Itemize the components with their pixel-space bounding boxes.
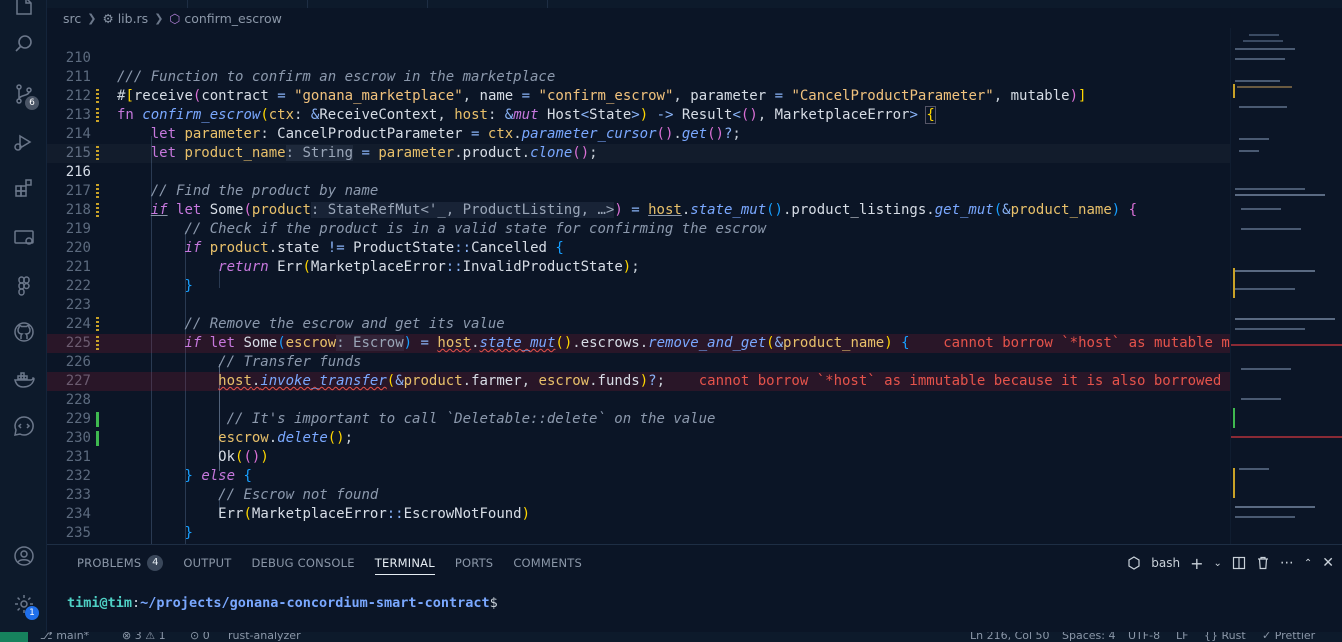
remote-explorer-icon[interactable] (0, 218, 47, 258)
inline-error-message: cannot borrow `*host` as immutable becau… (698, 373, 1222, 389)
tab-label: TERMINAL (374, 556, 435, 570)
code-line: 217 (47, 163, 1230, 199)
scm-badge: 6 (25, 96, 39, 110)
figma-icon[interactable] (0, 266, 47, 306)
prettier-status[interactable]: ✓ Prettier (1262, 632, 1315, 642)
status-bar: ⎇ main* ⊗ 3 ⚠ 1 ⊙ 0 rust-analyzer Ln 216… (0, 632, 1342, 642)
code-line: 235 Err(MarketplaceError::EscrowNotFound… (47, 505, 1230, 541)
tab-label: DEBUG CONSOLE (251, 556, 355, 570)
breadcrumb-file[interactable]: lib.rs (118, 11, 149, 26)
code-line: 233 } else { (47, 467, 1230, 503)
remote-indicator-icon[interactable] (0, 632, 28, 642)
maximize-panel-icon[interactable]: ⌃ (1304, 558, 1312, 569)
code-line: 224 (47, 296, 1230, 332)
git-branch[interactable]: ⎇ main* (40, 632, 89, 642)
settings-gear-icon[interactable]: 1 (0, 584, 47, 624)
prompt-path: ~/projects/gonana-concordium-smart-contr… (140, 595, 490, 611)
line-ending[interactable]: LF (1176, 632, 1188, 642)
code-line: 214 fn confirm_escrow(ctx: &ReceiveConte… (47, 106, 1230, 142)
code-line: 210 (47, 30, 1230, 66)
code-line: 225 // Remove the escrow and get its val… (47, 315, 1230, 351)
run-debug-icon[interactable] (0, 122, 47, 162)
activity-bar: 6 1 (0, 0, 47, 642)
encoding[interactable]: UTF-8 (1128, 632, 1160, 642)
problems-count-badge: 4 (147, 555, 164, 571)
new-terminal-plus-icon[interactable]: + (1190, 554, 1203, 573)
code-line: 211 (47, 49, 1230, 85)
code-line: 220 // Check if the product is in a vali… (47, 220, 1230, 256)
code-line: 231 escrow.delete(); (47, 429, 1230, 465)
code-editor[interactable]: 210 211 212 /// Function to confirm an e… (47, 28, 1230, 544)
tab-comments[interactable]: COMMENTS (503, 545, 592, 581)
breadcrumb: src ❯ ⚙ lib.rs ❯ ⬡ confirm_escrow (47, 8, 1342, 28)
code-line: 219 if let Some(product: StateRefMut<'_,… (47, 201, 1230, 237)
chevron-down-icon[interactable]: ⌄ (1213, 558, 1221, 569)
prompt-separator: : (132, 595, 141, 611)
code-line: 215 let parameter: CancelProductParamete… (47, 125, 1230, 161)
code-line: 213 #[receive(contract = "gonana_marketp… (47, 87, 1230, 123)
ports-status[interactable]: ⊙ 0 (190, 632, 210, 642)
accounts-icon[interactable] (0, 536, 47, 576)
tab-label: PORTS (454, 556, 494, 570)
trash-icon[interactable] (1256, 556, 1270, 570)
tab-ports[interactable]: PORTS (445, 545, 503, 581)
rust-file-icon: ⚙ (102, 10, 114, 26)
code-line: 236 } (47, 524, 1230, 543)
language-mode[interactable]: {} Rust (1204, 632, 1246, 642)
code-line: 218 // Find the product by name (47, 182, 1230, 218)
tab-debug-console[interactable]: DEBUG CONSOLE (241, 545, 364, 581)
indentation[interactable]: Spaces: 4 (1062, 632, 1115, 642)
inline-error-message: cannot borrow `*host` as mutable m (943, 335, 1230, 351)
cursor-position[interactable]: Ln 216, Col 50 (970, 632, 1050, 642)
chevron-right-icon: ❯ (87, 11, 97, 25)
more-actions-icon[interactable]: ⋯ (1280, 555, 1294, 571)
chat-code-icon[interactable] (0, 406, 47, 446)
prompt-user: timi@tim (67, 595, 133, 611)
breadcrumb-symbol[interactable]: confirm_escrow (184, 11, 281, 26)
tab-terminal[interactable]: TERMINAL (365, 545, 445, 581)
code-line: 221 if product.state != ProductState::Ca… (47, 239, 1230, 275)
code-line-error: 228 host.invoke_transfer(&product.farmer… (47, 372, 1230, 408)
terminal-profile-icon (1127, 556, 1141, 570)
code-line: 223 } (47, 277, 1230, 313)
tab-label: OUTPUT (183, 556, 232, 570)
problems-status[interactable]: ⊗ 3 ⚠ 1 (122, 632, 166, 642)
code-line: 234 // Escrow not found (47, 486, 1230, 522)
code-line: 230 // It's important to call `Deletable… (47, 410, 1230, 446)
docker-icon[interactable] (0, 360, 47, 400)
code-line: 232 Ok(()) (47, 448, 1230, 484)
editor-tab-strip (47, 0, 1342, 8)
chevron-right-icon: ❯ (154, 11, 164, 25)
code-line: 222 return Err(MarketplaceError::Invalid… (47, 258, 1230, 294)
breadcrumb-src[interactable]: src (63, 11, 81, 26)
code-line: 212 /// Function to confirm an escrow in… (47, 68, 1230, 104)
code-line: 227 // Transfer funds (47, 353, 1230, 389)
code-line: 229 (47, 391, 1230, 427)
panel-tabs: PROBLEMS 4 OUTPUT DEBUG CONSOLE TERMINAL… (67, 545, 592, 581)
prompt-dollar: $ (489, 595, 498, 611)
github-icon[interactable] (0, 312, 47, 352)
tab-output[interactable]: OUTPUT (173, 545, 241, 581)
bottom-panel: PROBLEMS 4 OUTPUT DEBUG CONSOLE TERMINAL… (47, 544, 1342, 632)
source-control-icon[interactable]: 6 (0, 74, 47, 114)
terminal-output[interactable]: timi@tim:~/projects/gonana-concordium-sm… (67, 595, 498, 611)
explorer-icon[interactable] (0, 0, 47, 26)
tab-label: COMMENTS (513, 556, 583, 570)
method-symbol-icon: ⬡ (169, 10, 181, 26)
split-terminal-icon[interactable] (1232, 556, 1246, 570)
close-panel-icon[interactable]: ✕ (1322, 555, 1334, 571)
code-line-error: 226 if let Some(escrow: Escrow) = host.s… (47, 334, 1230, 370)
settings-badge: 1 (25, 606, 39, 620)
minimap[interactable] (1230, 28, 1342, 544)
tab-label: PROBLEMS (77, 556, 142, 570)
rust-analyzer-status[interactable]: rust-analyzer (228, 632, 301, 642)
tab-problems[interactable]: PROBLEMS 4 (67, 545, 173, 581)
code-line: 216 let product_name: String = parameter… (47, 144, 1230, 180)
terminal-profile-name[interactable]: bash (1151, 556, 1180, 570)
terminal-actions: bash + ⌄ ⋯ ⌃ ✕ (1127, 553, 1334, 573)
search-icon[interactable] (0, 24, 47, 64)
extensions-icon[interactable] (0, 168, 47, 208)
